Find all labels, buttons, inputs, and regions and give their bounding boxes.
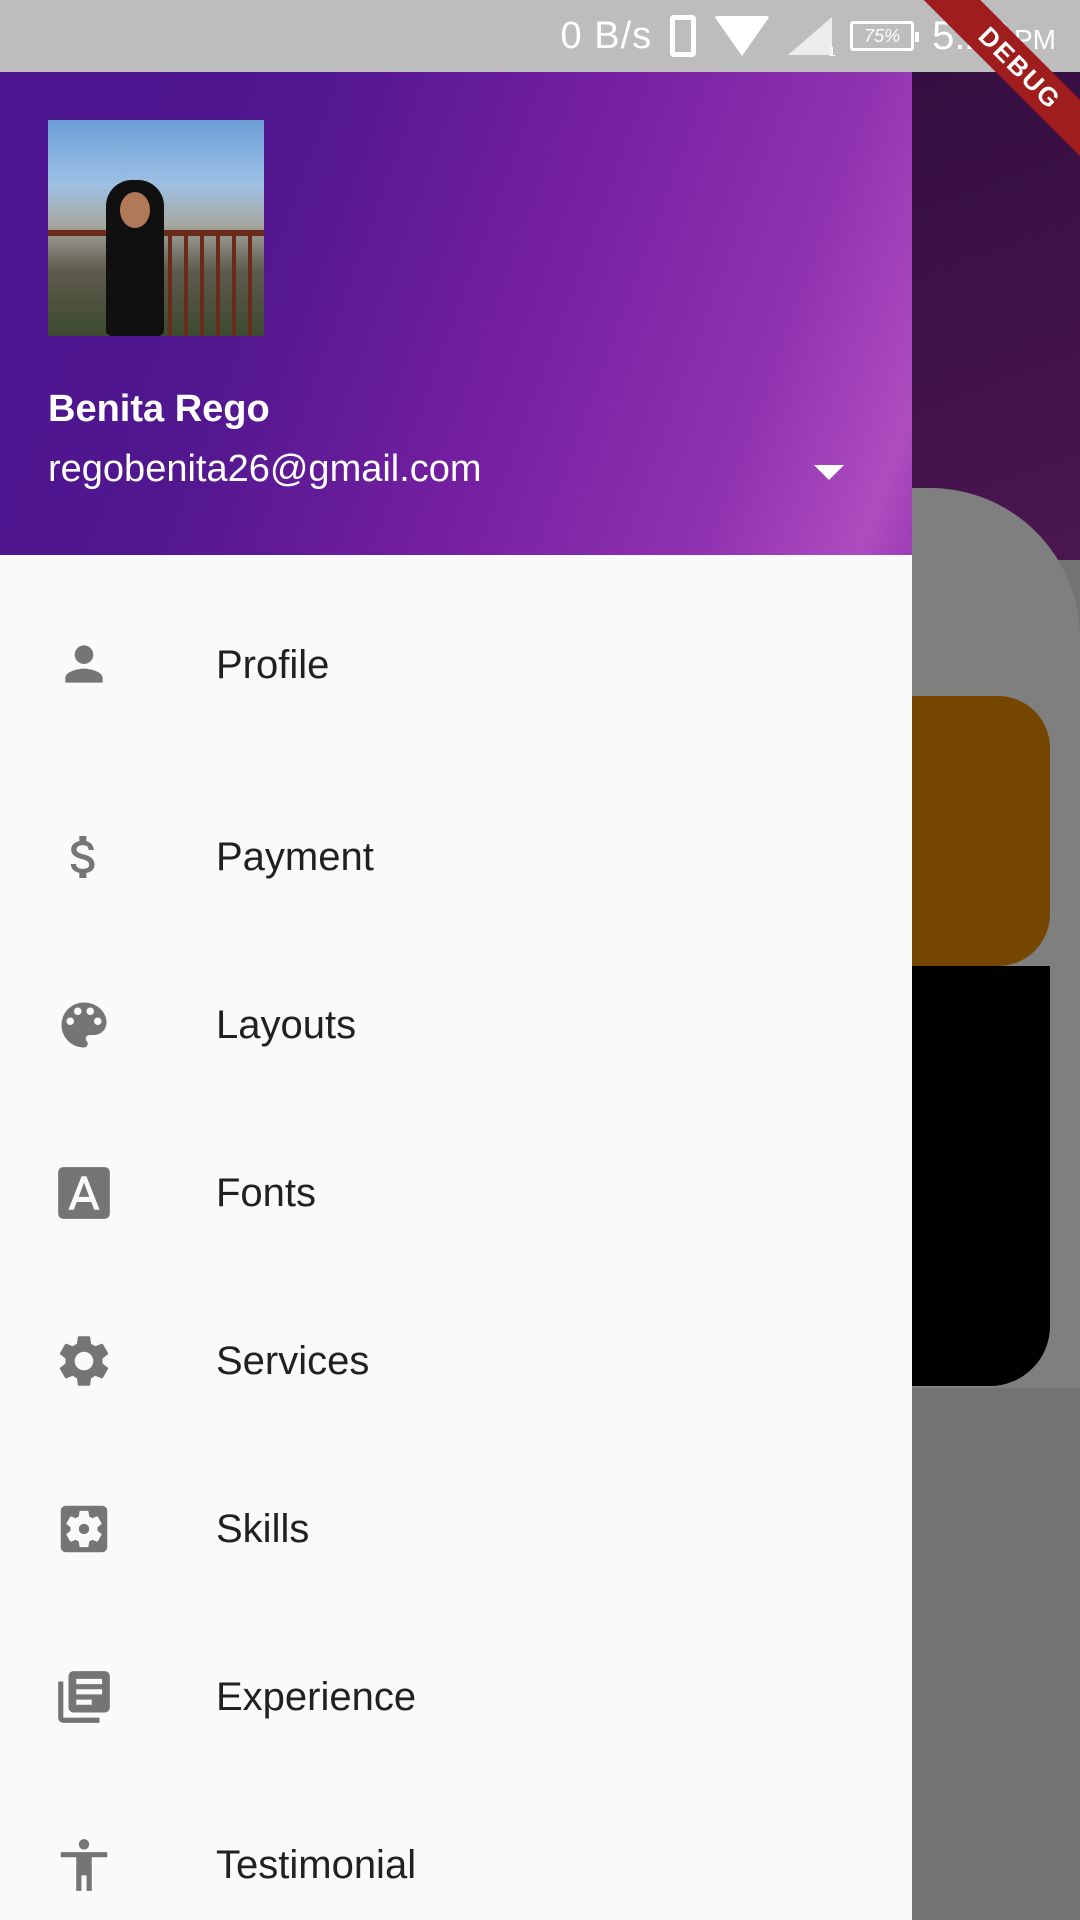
status-bar: 0 B/s 1 75% 5:29PM bbox=[0, 0, 1080, 72]
settings-box-icon bbox=[52, 1497, 116, 1561]
menu-item-label: Layouts bbox=[216, 1002, 357, 1047]
menu-item-label: Services bbox=[216, 1338, 370, 1383]
menu-item-label: Fonts bbox=[216, 1170, 317, 1215]
menu-item-label: Testimonial bbox=[216, 1842, 417, 1887]
signal-sim-label: 1 bbox=[828, 43, 836, 59]
accessibility-icon bbox=[52, 1833, 116, 1897]
dollar-icon bbox=[52, 825, 116, 889]
menu-item-skills[interactable]: Skills bbox=[0, 1445, 912, 1613]
drawer-header: Benita Rego regobenita26@gmail.com bbox=[0, 72, 912, 555]
photo-face bbox=[120, 192, 150, 228]
app-screen: 0 B/s 1 75% 5:29PM DEBUG Benita Rego reg… bbox=[0, 0, 1080, 1920]
library-books-icon bbox=[52, 1665, 116, 1729]
menu-item-label: Experience bbox=[216, 1674, 417, 1719]
cell-signal-icon: 1 bbox=[788, 17, 836, 59]
account-dropdown-icon[interactable] bbox=[814, 465, 844, 480]
menu-item-testimonial[interactable]: Testimonial bbox=[0, 1781, 912, 1920]
person-icon bbox=[52, 632, 116, 696]
avatar[interactable] bbox=[48, 120, 264, 336]
network-speed: 0 B/s bbox=[560, 14, 653, 57]
menu-item-experience[interactable]: Experience bbox=[0, 1613, 912, 1781]
menu-item-label: Profile bbox=[216, 643, 330, 687]
palette-icon bbox=[52, 993, 116, 1057]
menu-item-profile[interactable]: Profile bbox=[0, 555, 912, 773]
account-name: Benita Rego bbox=[48, 388, 270, 430]
menu-item-services[interactable]: Services bbox=[0, 1277, 912, 1445]
wifi-icon bbox=[714, 16, 771, 56]
menu-item-label: Skills bbox=[216, 1506, 310, 1551]
menu-item-payment[interactable]: Payment bbox=[0, 773, 912, 941]
drawer-menu: Profile Payment Layouts Fonts Services S… bbox=[0, 555, 912, 1920]
font-icon bbox=[52, 1161, 116, 1225]
photo-railing-bars bbox=[168, 230, 264, 336]
menu-item-label: Payment bbox=[216, 834, 374, 879]
battery-icon: 75% bbox=[850, 21, 920, 51]
navigation-drawer: Benita Rego regobenita26@gmail.com Profi… bbox=[0, 0, 912, 1920]
account-email: regobenita26@gmail.com bbox=[48, 448, 482, 490]
gear-icon bbox=[52, 1329, 116, 1393]
menu-item-layouts[interactable]: Layouts bbox=[0, 941, 912, 1109]
phone-icon bbox=[670, 15, 697, 57]
menu-item-fonts[interactable]: Fonts bbox=[0, 1109, 912, 1277]
